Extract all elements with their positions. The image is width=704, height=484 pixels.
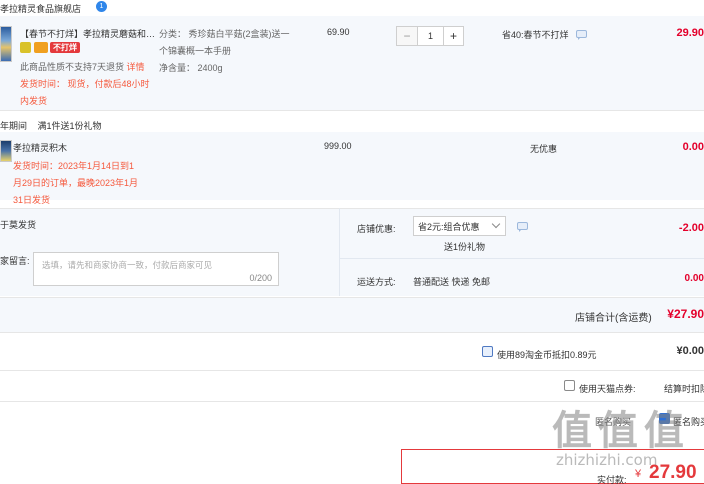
delivery-label: 运送方式: <box>357 277 396 287</box>
gold-tag-icon <box>33 42 48 54</box>
tmall-checkbox[interactable] <box>564 380 575 391</box>
pay-currency: ¥ <box>635 468 642 480</box>
promo-label: 年期间 <box>0 121 28 131</box>
coins-checkbox[interactable] <box>482 346 493 357</box>
item1-no-return: 此商品性质不支持7天退货 <box>20 62 125 72</box>
watermark-site: zhizhizhi.com <box>556 451 658 469</box>
item1-ship-line1: 发货时间： 现货，付款后48小时 <box>20 79 150 89</box>
item1-discount: 省40:春节不打烊 <box>502 30 569 40</box>
shop-total-row: 店铺合计(含运费) ¥27.90 <box>0 297 704 333</box>
gift-text: 送1份礼物 <box>444 242 486 252</box>
cart-item-1: 【春节不打烊】孝拉精灵蘑菇和… 不打烊 此商品性质不支持7天退货 详情 发货时间… <box>0 16 704 110</box>
message-placeholder: 选填，请先和商家协商一致，付款后商家可见 <box>42 260 213 270</box>
item1-plus-button[interactable]: + <box>443 27 463 45</box>
item1-minus-button[interactable]: − <box>397 27 417 45</box>
shop-discount-amount: -2.00 <box>678 222 704 234</box>
ship-from: 于莫发货 <box>0 220 37 230</box>
tmall-label: 使用天猫点券: <box>579 384 636 394</box>
tmall-note: 结算时扣除 <box>664 384 704 394</box>
item1-quantity-stepper: − 1 + <box>396 26 464 46</box>
item2-ship-line3: 31日发货 <box>13 195 51 205</box>
message-counter: 0/200 <box>249 273 272 283</box>
tmall-tag-icon <box>20 42 31 54</box>
watermark-logo: 值 值 值 <box>552 408 684 454</box>
item2-price: 999.00 <box>324 141 352 151</box>
item1-spec-line1[interactable]: 分类： 秀珍菇白平菇(2盒装)送一 <box>159 27 309 40</box>
promo-desc: 满1件送1份礼物 <box>37 121 102 131</box>
coins-amount: ¥0.00 <box>676 345 704 357</box>
item2-thumbnail[interactable] <box>0 140 12 162</box>
coins-label: 使用89淘金币抵扣0.89元 <box>497 350 597 360</box>
item1-title[interactable]: 【春节不打烊】孝拉精灵蘑菇和… <box>20 27 162 40</box>
shop-discount-select[interactable]: 省2元:组合优惠 <box>413 216 506 236</box>
item1-price: 69.90 <box>327 27 350 37</box>
item1-detail-link[interactable]: 详情 <box>127 62 145 72</box>
cart-item-2: 孝拉精灵积木 发货时间：2023年1月14日到1 月29日的订单，最晚2023年… <box>0 132 704 205</box>
pay-label: 实付款: <box>597 475 627 484</box>
item2-ship-line1: 发货时间：2023年1月14日到1 <box>13 161 135 171</box>
shop-discount-value: 省2元:组合优惠 <box>418 221 480 232</box>
item1-ship-line2: 内发货 <box>20 96 48 106</box>
message-label: 家留言: <box>0 256 30 266</box>
delivery-amount: 0.00 <box>684 273 704 284</box>
item2-ship-line2: 月29日的订单，最晚2023年1月 <box>13 178 139 188</box>
item1-net-weight: 净含量： 2400g <box>159 63 223 73</box>
shop-name[interactable]: 孝拉精灵食品旗舰店 <box>0 2 81 15</box>
item2-subtotal: 0.00 <box>682 141 704 153</box>
item2-title[interactable]: 孝拉精灵积木 <box>13 141 153 154</box>
item2-discount: 无优惠 <box>530 144 558 154</box>
shop-total-amount: ¥27.90 <box>667 307 704 321</box>
item1-spec-line2[interactable]: 个锦囊概一本手册 <box>159 44 309 57</box>
item1-thumbnail[interactable] <box>0 26 12 62</box>
item1-badge: 不打烊 <box>50 42 81 53</box>
shop-header: 孝拉精灵食品旗舰店 1 <box>0 0 704 14</box>
item1-subtotal: 29.90 <box>676 27 704 39</box>
shop-discount-label: 店铺优惠: <box>357 224 396 234</box>
message-box[interactable]: 选填，请先和商家协商一致，付款后商家可见 0/200 <box>33 252 279 286</box>
shop-discount-chat-icon[interactable] <box>517 222 528 232</box>
shop-total-label: 店铺合计(含运费) <box>575 313 652 324</box>
shop-wangwang-icon[interactable]: 1 <box>96 1 107 12</box>
chevron-down-icon <box>491 219 501 229</box>
item1-quantity-input[interactable]: 1 <box>417 27 443 45</box>
delivery-value: 普通配送 快递 免邮 <box>413 277 491 287</box>
promo-row: 年期间 满1件送1份礼物 <box>0 119 102 132</box>
item1-discount-chat-icon[interactable] <box>576 30 587 40</box>
